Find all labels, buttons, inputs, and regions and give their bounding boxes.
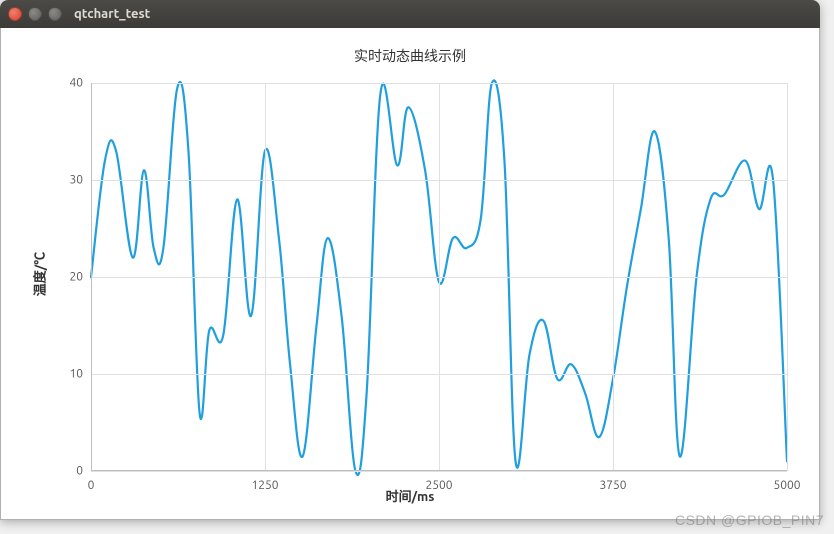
x-tick-label: 5000 — [773, 479, 800, 492]
x-tick-label: 1250 — [251, 479, 278, 492]
chart-title: 实时动态曲线示例 — [1, 28, 819, 66]
y-tick-label: 20 — [69, 271, 83, 284]
app-window: qtchart_test 实时动态曲线示例 温度/℃ 时间/ms 0102030… — [0, 0, 820, 520]
x-axis — [91, 470, 787, 471]
y-tick-label: 30 — [69, 174, 83, 187]
x-tick-label: 3750 — [599, 479, 626, 492]
grid-line — [613, 83, 614, 471]
y-tick-label: 0 — [76, 465, 83, 478]
y-tick-label: 10 — [69, 368, 83, 381]
y-tick-label: 40 — [69, 77, 83, 90]
chart-plot[interactable]: 01020304001250250037505000 — [91, 83, 787, 471]
watermark: CSDN @GPIOB_PIN7 — [675, 512, 824, 528]
grid-line — [787, 83, 788, 471]
grid-line — [91, 471, 787, 472]
minimize-icon[interactable] — [28, 7, 42, 21]
window-title: qtchart_test — [74, 7, 150, 21]
chart-area: 实时动态曲线示例 温度/℃ 时间/ms 01020304001250250037… — [0, 28, 820, 520]
y-axis-label: 温度/℃ — [30, 251, 49, 295]
maximize-icon[interactable] — [48, 7, 62, 21]
titlebar[interactable]: qtchart_test — [0, 0, 820, 28]
x-tick-label: 0 — [88, 479, 95, 492]
x-tick-label: 2500 — [425, 479, 452, 492]
grid-line — [265, 83, 266, 471]
close-icon[interactable] — [8, 7, 22, 21]
y-axis — [91, 83, 92, 471]
grid-line — [439, 83, 440, 471]
